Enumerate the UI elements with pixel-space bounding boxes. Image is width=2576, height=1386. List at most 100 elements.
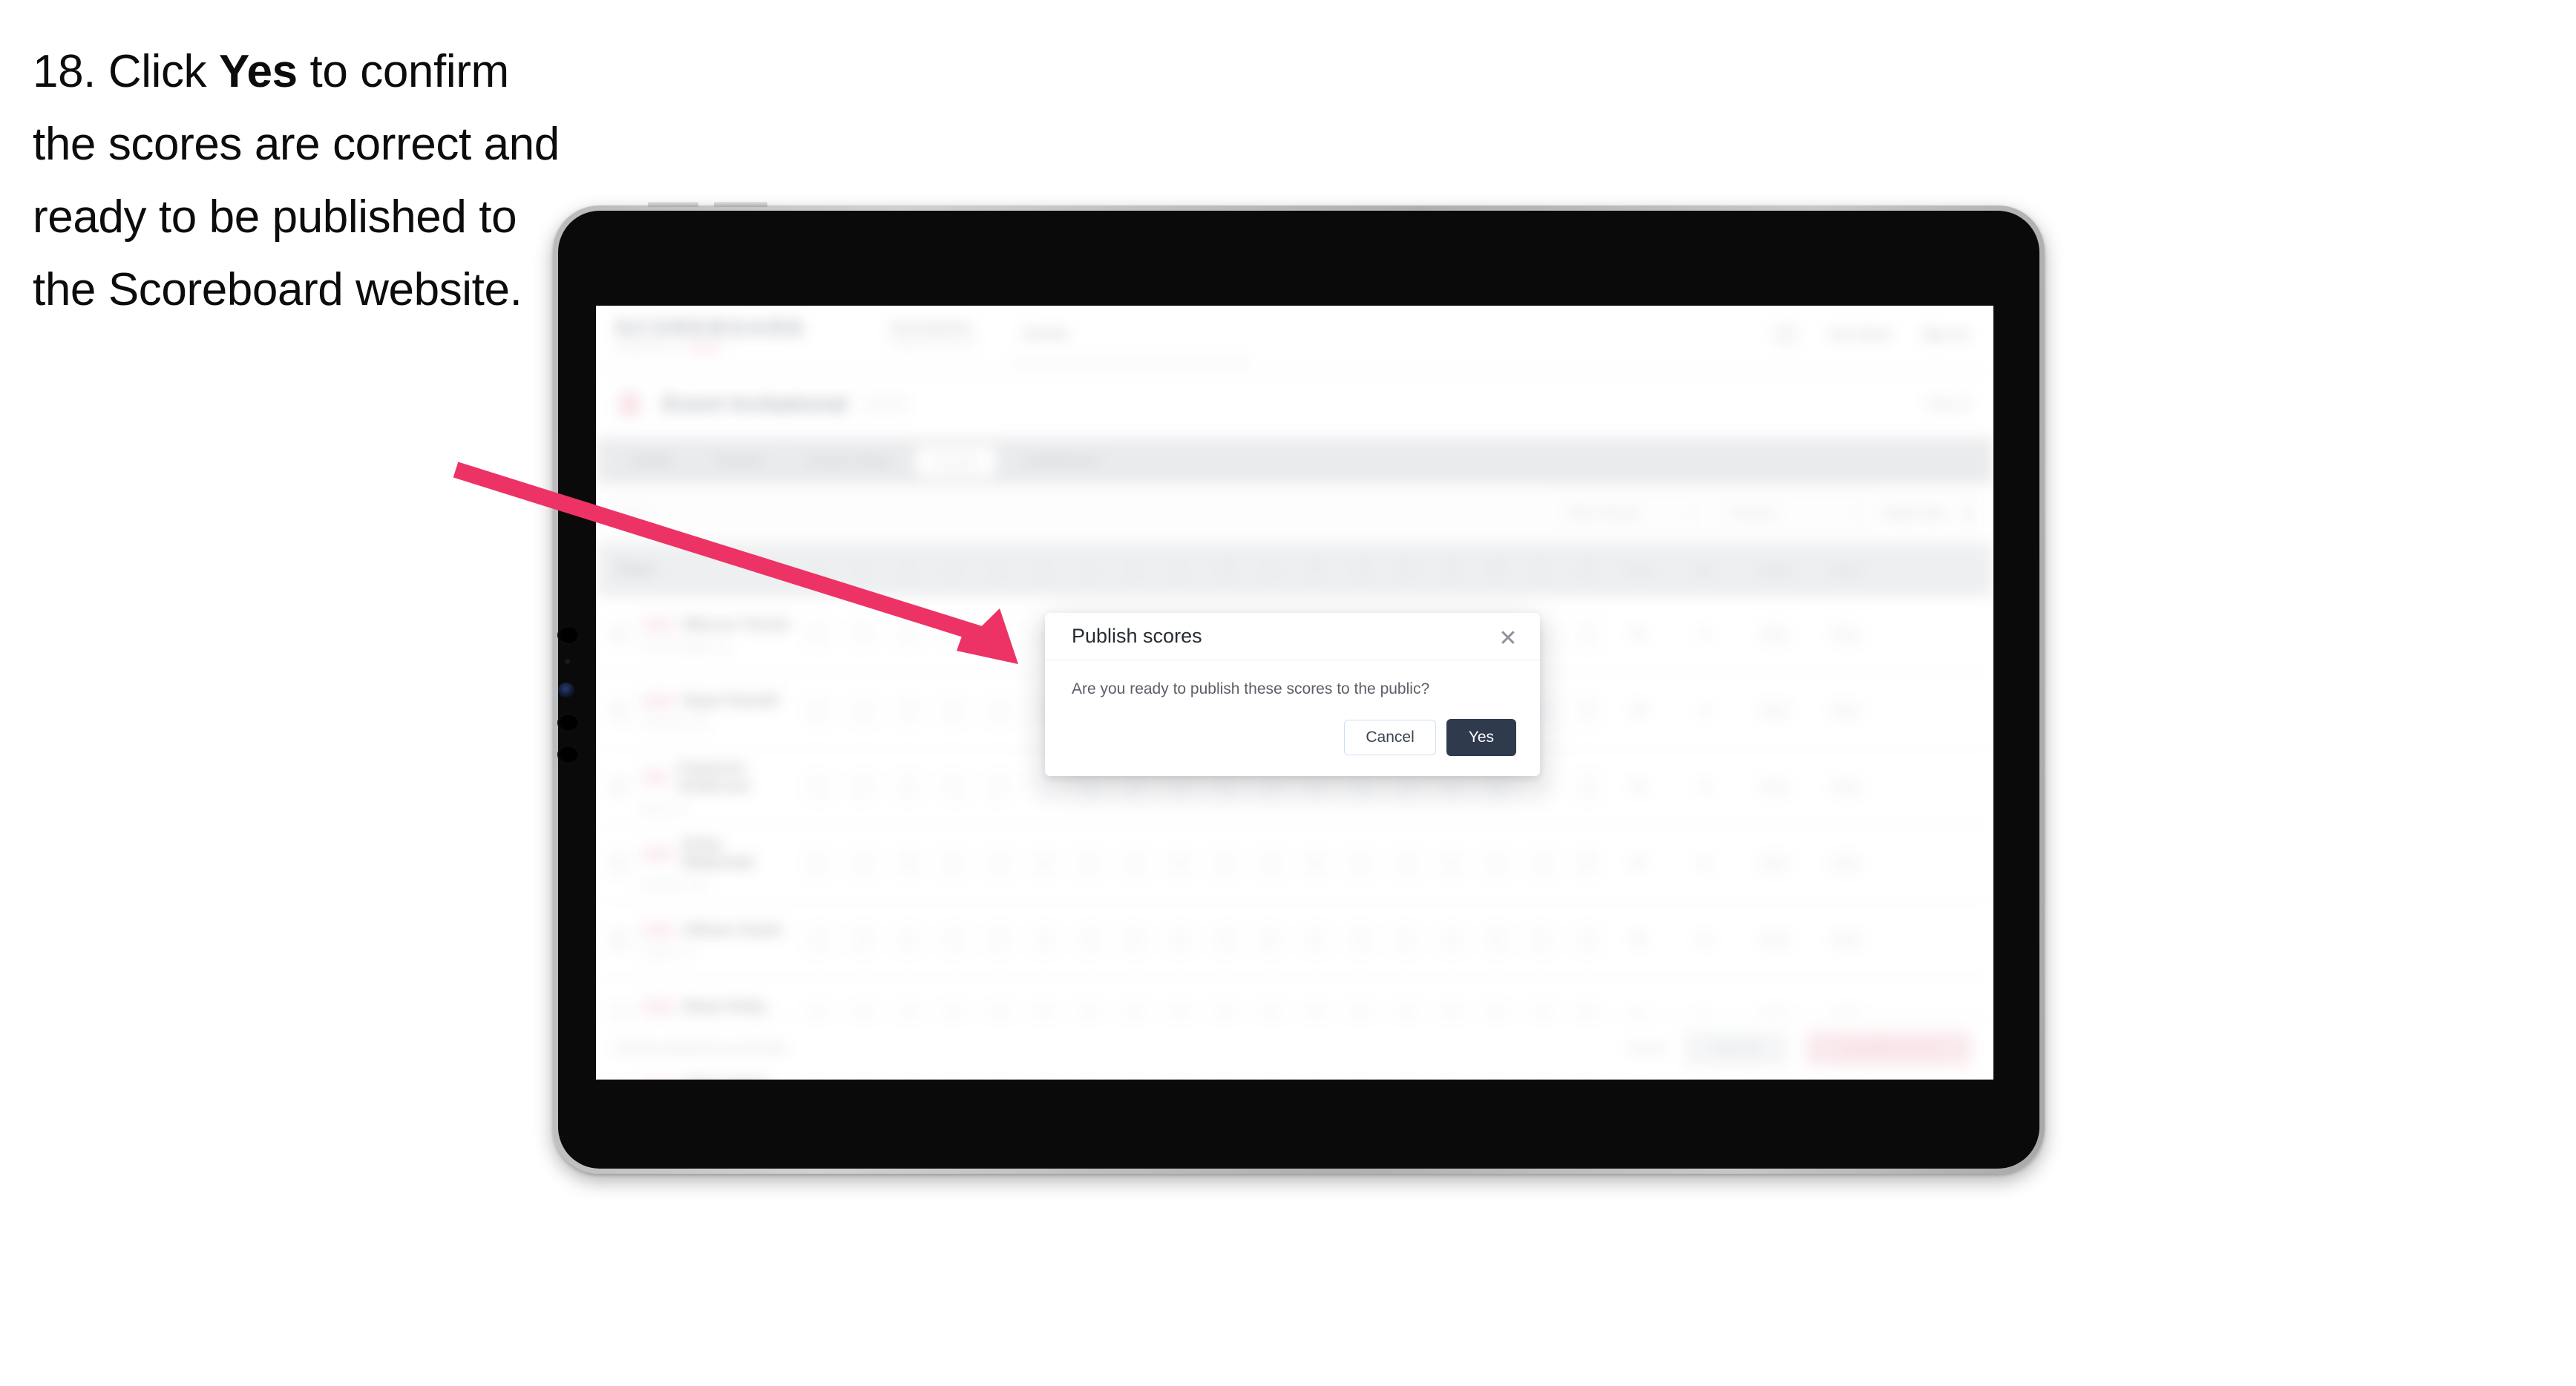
avatar[interactable] <box>1774 323 1797 346</box>
score-input[interactable]: 4 <box>850 848 876 878</box>
nav-item-events[interactable]: Events <box>1025 326 1068 343</box>
score-input[interactable]: 4 <box>850 619 876 649</box>
tab-rounds[interactable]: Rounds <box>699 446 781 476</box>
yes-button[interactable]: Yes <box>1446 719 1516 756</box>
score-input[interactable]: 4 <box>804 924 830 955</box>
footer-cancel-button[interactable]: Cancel <box>1627 1041 1666 1056</box>
score-input[interactable]: 4 <box>1438 848 1464 878</box>
score-input[interactable]: 4 <box>1393 848 1419 878</box>
table-row[interactable]: Allison Grant Austin, TX 4 4 3 3 4 4 3 5 4 3 5 4 3 4 3 4 4… <box>596 902 1993 979</box>
score-input[interactable]: 3 <box>895 848 921 878</box>
score-input[interactable]: 3 <box>1574 848 1600 878</box>
score-input[interactable]: 4 <box>986 619 1012 649</box>
sign-out-link[interactable]: Sign out <box>1922 327 1968 342</box>
score-input[interactable]: 3 <box>1031 848 1057 878</box>
score-input[interactable]: 3 <box>1076 924 1102 955</box>
score-input[interactable]: 3 <box>895 772 921 802</box>
score-input[interactable]: 3 <box>1348 924 1374 955</box>
score-input[interactable]: 4 <box>986 695 1012 726</box>
score-input[interactable]: 3 <box>1574 772 1600 802</box>
score-input[interactable]: 3 <box>940 848 966 878</box>
nav-item-sublabel: Manage & create events <box>888 340 977 349</box>
cancel-button[interactable]: Cancel <box>1344 720 1436 755</box>
score-input[interactable]: 5 <box>986 848 1012 878</box>
score-input[interactable]: 3 <box>1167 848 1193 878</box>
score-input[interactable]: 4 <box>1257 848 1283 878</box>
score-input[interactable]: 3 <box>940 695 966 726</box>
score-input[interactable]: 3 <box>1574 695 1600 726</box>
score-input[interactable]: 3 <box>895 924 921 955</box>
score-input[interactable]: 3 <box>1574 924 1600 955</box>
score-input[interactable]: 3 <box>1167 772 1193 802</box>
score-input[interactable]: 3 <box>804 619 830 649</box>
score-input[interactable]: 4 <box>1257 772 1283 802</box>
tab-course-setup[interactable]: Course Setup <box>790 446 907 476</box>
score-input[interactable]: 4 <box>1076 848 1102 878</box>
score-input[interactable]: 3 <box>1484 772 1510 802</box>
tab-details[interactable]: Details <box>614 446 690 476</box>
table-row[interactable]: Erika Malachuk Portland, OR 3 4 3 3 5 3 4 5 3 3 4 4 3 4… <box>596 826 1993 902</box>
round-select[interactable]: Round 1 ▾ <box>1719 495 1868 532</box>
score-input[interactable]: 4 <box>1031 924 1057 955</box>
score-input[interactable]: 3 <box>940 619 966 649</box>
row-checkbox[interactable] <box>609 929 629 950</box>
score-input[interactable]: 3 <box>1302 772 1328 802</box>
score-input[interactable]: 3 <box>804 695 830 726</box>
score-input[interactable]: 3 <box>940 924 966 955</box>
score-input[interactable]: 3 <box>1574 619 1600 649</box>
row-checkbox[interactable] <box>609 776 629 798</box>
chevron-down-icon: ▾ <box>1685 508 1690 519</box>
volume-up-button[interactable] <box>648 202 698 207</box>
division-select[interactable]: Filter division ▾ <box>1554 495 1703 532</box>
score-input[interactable]: 4 <box>1529 772 1555 802</box>
score-input[interactable]: 4 <box>804 772 830 802</box>
row-checkbox[interactable] <box>609 623 629 645</box>
score-input[interactable]: 3 <box>850 772 876 802</box>
view-all-link[interactable]: View all <box>1927 397 1970 412</box>
score-input[interactable]: 4 <box>1167 924 1193 955</box>
footer-unpublish-button[interactable]: Unpublish scores <box>1806 1031 1971 1065</box>
score-input[interactable]: 3 <box>1438 924 1464 955</box>
score-input[interactable]: 4 <box>850 924 876 955</box>
score-input[interactable]: 4 <box>1212 772 1238 802</box>
user-name-label[interactable]: Your Name <box>1828 327 1890 342</box>
score-input[interactable]: 4 <box>986 772 1012 802</box>
score-input[interactable]: 4 <box>1484 924 1510 955</box>
score-input[interactable]: 3 <box>1031 772 1057 802</box>
score-input[interactable]: 5 <box>1121 848 1147 878</box>
score-input[interactable]: 3 <box>1212 848 1238 878</box>
row-checkbox[interactable] <box>609 853 629 874</box>
score-input[interactable]: 4 <box>1393 924 1419 955</box>
score-input[interactable]: 3 <box>1348 772 1374 802</box>
score-input[interactable]: 4 <box>1302 848 1328 878</box>
score-input[interactable]: 3 <box>1212 924 1238 955</box>
score-input[interactable]: 5 <box>1257 924 1283 955</box>
score-input[interactable]: 4 <box>1393 772 1419 802</box>
tab-results[interactable]: Results <box>916 445 997 476</box>
score-input[interactable]: 4 <box>986 924 1012 955</box>
volume-down-button[interactable] <box>714 202 767 207</box>
score-input[interactable]: 3 <box>850 695 876 726</box>
score-input[interactable]: 4 <box>1529 924 1555 955</box>
brand-logo[interactable]: SCOREBOARD POWERED BY PDGA <box>615 316 806 354</box>
score-input[interactable]: 5 <box>1121 772 1147 802</box>
score-input[interactable]: 3 <box>1438 772 1464 802</box>
score-input[interactable]: 3 <box>1348 848 1374 878</box>
score-input[interactable]: 2 <box>895 695 921 726</box>
gear-icon[interactable] <box>1962 504 1974 523</box>
nav-item-tournaments[interactable]: Tournaments Manage & create events <box>889 321 977 349</box>
score-input[interactable]: 3 <box>1484 848 1510 878</box>
score-input[interactable]: 3 <box>895 619 921 649</box>
score-input[interactable]: 3 <box>804 848 830 878</box>
reset-view-link[interactable]: Reset view <box>1884 506 1946 521</box>
search-icon[interactable] <box>614 503 649 524</box>
footer-save-button[interactable]: Save all <box>1685 1031 1787 1065</box>
score-input[interactable]: 5 <box>1121 924 1147 955</box>
close-icon[interactable]: ✕ <box>1495 626 1521 651</box>
score-input[interactable]: 5 <box>1529 848 1555 878</box>
score-input[interactable]: 4 <box>1302 924 1328 955</box>
score-input[interactable]: 3 <box>1076 772 1102 802</box>
row-checkbox[interactable] <box>609 700 629 721</box>
tab-leaderboard[interactable]: Leaderboard <box>1005 446 1116 476</box>
score-input[interactable]: 2 <box>940 772 966 802</box>
